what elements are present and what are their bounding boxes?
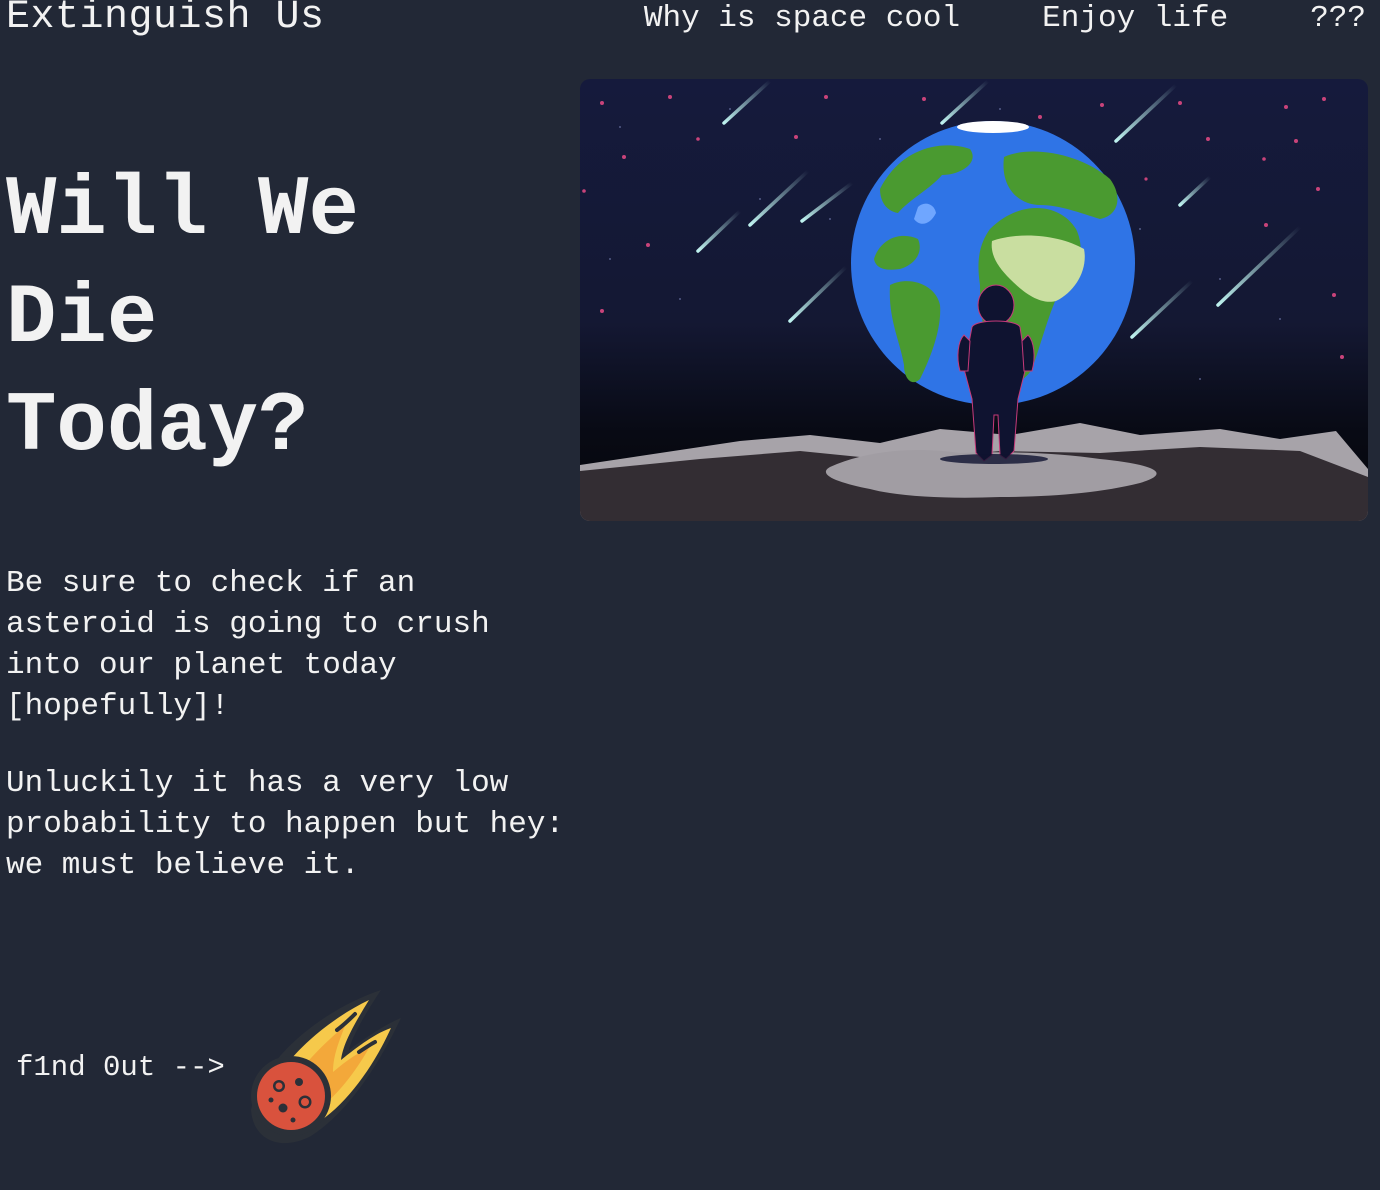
nav-mystery[interactable]: ??? — [1310, 0, 1366, 38]
nav-enjoy-life[interactable]: Enjoy life — [1042, 0, 1228, 38]
hero-paragraph: Be sure to check if an asteroid is going… — [6, 566, 490, 724]
hero-title-line: Die — [6, 272, 158, 367]
hero-title: Will We Die Today? — [6, 158, 526, 482]
meteor-icon[interactable] — [241, 990, 401, 1146]
hero-copy: Be sure to check if an asteroid is going… — [6, 563, 566, 922]
brand-logo[interactable]: Extinguish Us — [6, 0, 325, 42]
find-out-link[interactable]: f1nd 0ut --> — [16, 990, 401, 1146]
top-nav: Why is space cool Enjoy life ??? — [644, 0, 1366, 38]
page: Extinguish Us Why is space cool Enjoy li… — [0, 0, 1380, 1190]
hero-paragraph: Unluckily it has a very low probability … — [6, 766, 565, 883]
space-scene — [580, 79, 1368, 521]
astronaut-earth-illustration — [580, 79, 1368, 521]
find-out-label: f1nd 0ut --> — [16, 1051, 225, 1084]
hero-title-line: Will We — [6, 164, 359, 259]
hero-title-line: Today? — [6, 380, 309, 475]
nav-why-space-cool[interactable]: Why is space cool — [644, 0, 960, 38]
